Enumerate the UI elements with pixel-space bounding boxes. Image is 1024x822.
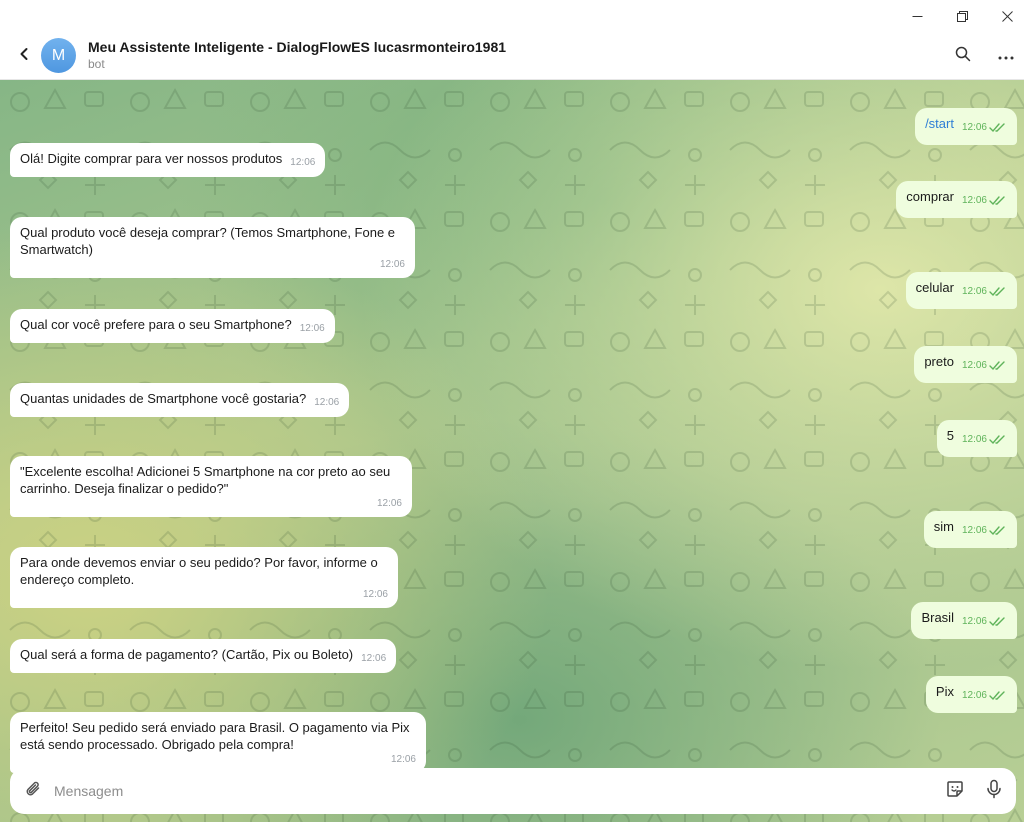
window-titlebar xyxy=(0,0,1024,32)
message-incoming[interactable]: Olá! Digite comprar para ver nossos prod… xyxy=(10,143,326,177)
double-check-icon xyxy=(989,525,1007,542)
restore-icon xyxy=(956,10,968,22)
close-window-button[interactable] xyxy=(984,0,1024,32)
message-outgoing[interactable]: Brasil 12:06 xyxy=(911,602,1017,639)
restore-button[interactable] xyxy=(939,0,985,32)
message-text: Brasil xyxy=(921,610,954,625)
sticker-icon xyxy=(945,779,965,804)
double-check-icon xyxy=(989,122,1007,139)
message-time: 12:06 xyxy=(962,616,1007,627)
double-check-icon xyxy=(989,434,1007,451)
minimize-button[interactable] xyxy=(894,0,940,32)
message-text: Qual produto você deseja comprar? (Temos… xyxy=(20,225,396,257)
message-input[interactable] xyxy=(54,778,924,804)
message-text: Perfeito! Seu pedido será enviado para B… xyxy=(20,720,410,752)
message-text: Quantas unidades de Smartphone você gost… xyxy=(20,391,307,406)
paperclip-icon xyxy=(24,779,44,804)
message-incoming[interactable]: Qual produto você deseja comprar? (Temos… xyxy=(10,217,415,278)
search-button[interactable] xyxy=(949,42,977,70)
message-time: 12:06 xyxy=(962,360,1007,371)
close-icon xyxy=(1001,10,1013,22)
message-time: 12:06 xyxy=(299,323,325,334)
message-time: 12:06 xyxy=(962,195,1007,206)
message-outgoing[interactable]: preto 12:06 xyxy=(914,346,1017,383)
message-outgoing[interactable]: /start 12:06 xyxy=(915,108,1017,145)
chat-header: M Meu Assistente Inteligente - DialogFlo… xyxy=(0,32,1024,80)
message-text: Qual cor você prefere para o seu Smartph… xyxy=(20,317,292,332)
message-time: 12:06 xyxy=(390,754,416,765)
message-text: sim xyxy=(933,519,954,534)
sticker-button[interactable] xyxy=(942,778,968,804)
message-text: Pix xyxy=(935,684,954,699)
message-time: 12:06 xyxy=(376,498,402,509)
message-time: 12:06 xyxy=(962,286,1007,297)
message-text: celular xyxy=(915,280,954,295)
chat-title[interactable]: Meu Assistente Inteligente - DialogFlowE… xyxy=(88,39,506,55)
message-text: Qual será a forma de pagamento? (Cartão,… xyxy=(20,647,354,662)
message-outgoing[interactable]: comprar 12:06 xyxy=(896,181,1017,218)
message-composer xyxy=(10,768,1016,814)
message-time: 12:06 xyxy=(314,397,340,408)
microphone-icon xyxy=(985,779,1003,804)
double-check-icon xyxy=(989,616,1007,633)
chat-area[interactable]: /start 12:06 Olá! Digite comprar para ver… xyxy=(0,80,1024,822)
message-incoming[interactable]: Para onde devemos enviar o seu pedido? P… xyxy=(10,547,398,608)
doodle-pattern xyxy=(0,80,1024,822)
message-text: "Excelente escolha! Adicionei 5 Smartpho… xyxy=(20,464,391,496)
minimize-icon xyxy=(912,11,923,22)
double-check-icon xyxy=(989,690,1007,707)
message-time: 12:06 xyxy=(379,259,405,270)
message-text: Para onde devemos enviar o seu pedido? P… xyxy=(20,555,378,587)
bot-command-link[interactable]: /start xyxy=(925,116,954,131)
attach-button[interactable] xyxy=(22,779,46,803)
message-time: 12:06 xyxy=(962,122,1007,133)
message-time: 12:06 xyxy=(361,653,387,664)
message-text: preto xyxy=(924,354,954,369)
message-outgoing[interactable]: sim 12:06 xyxy=(923,511,1017,548)
message-text: 5 xyxy=(946,428,954,443)
message-text: comprar xyxy=(906,189,954,204)
message-incoming[interactable]: Qual será a forma de pagamento? (Cartão,… xyxy=(10,639,397,673)
message-time: 12:06 xyxy=(290,157,316,168)
voice-message-button[interactable] xyxy=(981,778,1007,804)
back-button[interactable] xyxy=(12,44,36,68)
message-incoming[interactable]: Qual cor você prefere para o seu Smartph… xyxy=(10,309,335,343)
message-text: Olá! Digite comprar para ver nossos prod… xyxy=(20,151,283,166)
message-incoming[interactable]: "Excelente escolha! Adicionei 5 Smartpho… xyxy=(10,456,412,517)
avatar[interactable]: M xyxy=(41,38,76,73)
message-incoming[interactable]: Quantas unidades de Smartphone você gost… xyxy=(10,383,350,417)
search-icon xyxy=(955,46,971,67)
double-check-icon xyxy=(989,360,1007,377)
double-check-icon xyxy=(989,195,1007,212)
message-outgoing[interactable]: Pix 12:06 xyxy=(925,676,1017,713)
chat-status: bot xyxy=(88,57,105,71)
message-time: 12:06 xyxy=(962,434,1007,445)
more-options-button[interactable] xyxy=(992,42,1020,70)
message-incoming[interactable]: Perfeito! Seu pedido será enviado para B… xyxy=(10,712,426,773)
message-time: 12:06 xyxy=(962,690,1007,701)
double-check-icon xyxy=(989,286,1007,303)
more-horizontal-icon xyxy=(998,47,1014,65)
message-time: 12:06 xyxy=(962,525,1007,536)
chevron-left-icon xyxy=(17,47,31,66)
message-outgoing[interactable]: celular 12:06 xyxy=(905,272,1017,309)
message-outgoing[interactable]: 5 12:06 xyxy=(936,420,1017,457)
message-time: 12:06 xyxy=(362,589,388,600)
